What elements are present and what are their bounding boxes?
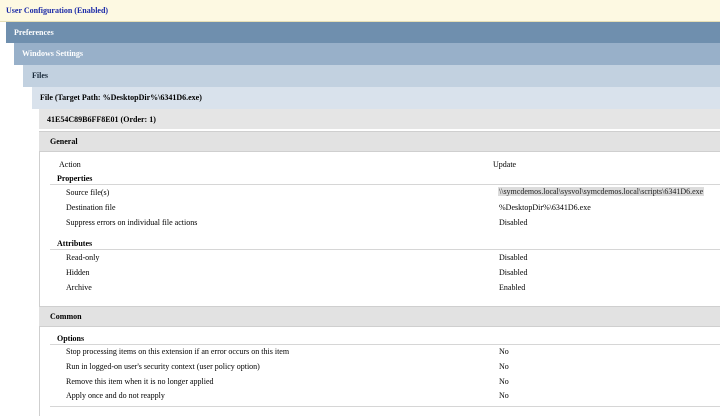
options-heading: Options bbox=[57, 334, 85, 343]
user-configuration-title: User Configuration (Enabled) bbox=[6, 6, 109, 15]
files-title: Files bbox=[32, 71, 48, 80]
destination-file-value: %DesktopDir%\6341D6.exe bbox=[499, 203, 591, 212]
item-id-header[interactable]: 41E54C89B6FF8E01 (Order: 1) bbox=[39, 109, 720, 129]
archive-label: Archive bbox=[66, 283, 92, 292]
stop-processing-label: Stop processing items on this extension … bbox=[66, 347, 290, 356]
run-in-user-context-label: Run in logged-on user's security context… bbox=[66, 362, 260, 371]
action-value: Update bbox=[493, 160, 517, 169]
general-pane bbox=[39, 152, 720, 306]
remove-item-label: Remove this item when it is no longer ap… bbox=[66, 377, 214, 386]
windows-settings-header[interactable]: Windows Settings bbox=[14, 43, 720, 65]
attributes-separator bbox=[50, 249, 720, 250]
destination-file-label: Destination file bbox=[66, 203, 116, 212]
common-title: Common bbox=[50, 312, 82, 321]
archive-value: Enabled bbox=[499, 283, 526, 292]
stop-processing-value: No bbox=[499, 347, 509, 356]
options-separator bbox=[50, 344, 720, 345]
common-section-header[interactable]: Common bbox=[39, 306, 720, 327]
file-item-title: File (Target Path: %DesktopDir%\6341D6.e… bbox=[40, 93, 202, 102]
action-label: Action bbox=[59, 160, 81, 169]
suppress-errors-label: Suppress errors on individual file actio… bbox=[66, 218, 198, 227]
apply-once-label: Apply once and do not reapply bbox=[66, 391, 165, 400]
windows-settings-title: Windows Settings bbox=[22, 49, 83, 58]
options-bottom-separator bbox=[50, 406, 720, 407]
file-item-header[interactable]: File (Target Path: %DesktopDir%\6341D6.e… bbox=[32, 87, 720, 109]
general-section-header[interactable]: General bbox=[39, 131, 720, 152]
user-configuration-header[interactable]: User Configuration (Enabled) bbox=[0, 0, 720, 22]
attributes-heading: Attributes bbox=[57, 239, 93, 248]
hidden-label: Hidden bbox=[66, 268, 90, 277]
apply-once-value: No bbox=[499, 391, 509, 400]
read-only-label: Read-only bbox=[66, 253, 100, 262]
properties-heading: Properties bbox=[57, 174, 93, 183]
suppress-errors-value: Disabled bbox=[499, 218, 528, 227]
properties-separator bbox=[50, 184, 720, 185]
remove-item-value: No bbox=[499, 377, 509, 386]
preferences-title: Preferences bbox=[14, 28, 54, 37]
general-title: General bbox=[50, 137, 78, 146]
read-only-value: Disabled bbox=[499, 253, 528, 262]
preferences-header[interactable]: Preferences bbox=[6, 22, 720, 43]
common-pane bbox=[39, 327, 720, 416]
source-file-value[interactable]: \\symcdemos.local\sysvol\symcdemos.local… bbox=[498, 187, 705, 196]
source-file-label: Source file(s) bbox=[66, 188, 110, 197]
files-header[interactable]: Files bbox=[23, 65, 720, 87]
item-id-title: 41E54C89B6FF8E01 (Order: 1) bbox=[47, 115, 156, 124]
hidden-value: Disabled bbox=[499, 268, 528, 277]
run-in-user-context-value: No bbox=[499, 362, 509, 371]
